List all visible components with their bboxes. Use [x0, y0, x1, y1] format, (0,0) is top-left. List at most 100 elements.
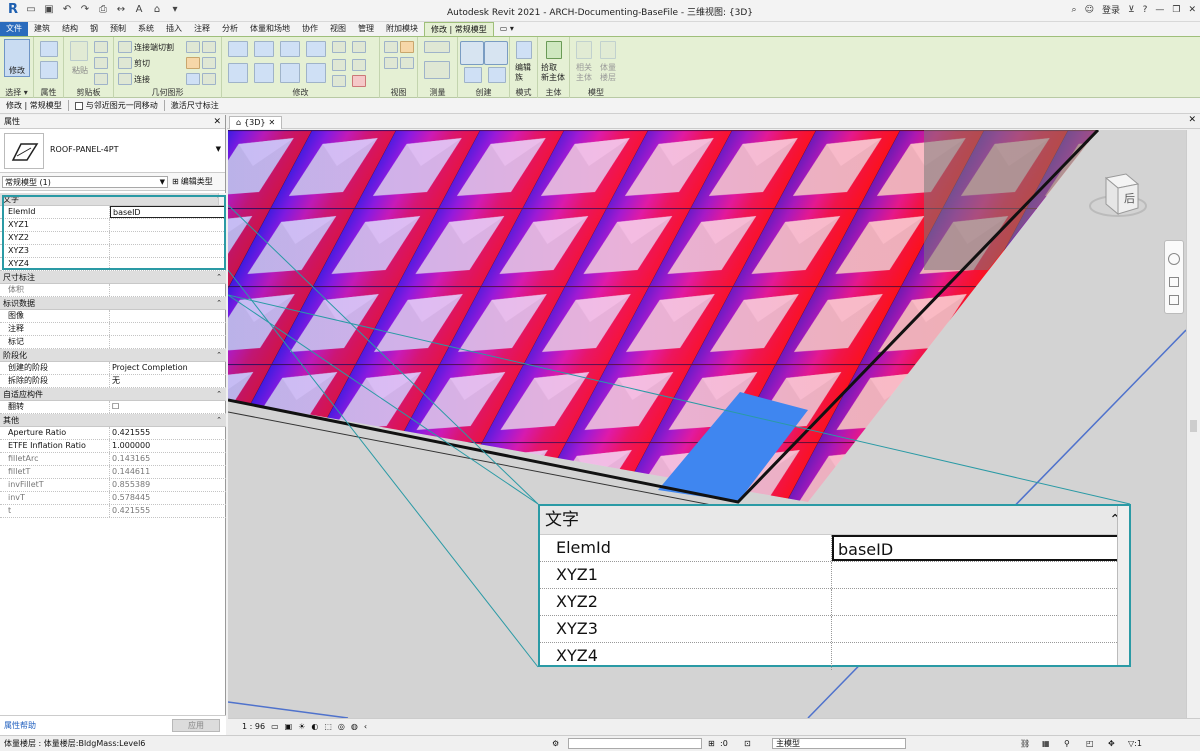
create-similar-icon[interactable] [488, 67, 506, 83]
array-icon[interactable] [332, 59, 346, 71]
join-icon[interactable] [118, 73, 132, 85]
tab-addins[interactable]: 附加模块 [380, 22, 424, 36]
property-row-comments[interactable]: 注释 [0, 323, 226, 336]
section-header-other[interactable]: 其他 ⌃ [0, 414, 226, 427]
login-link[interactable]: 登录 [1102, 3, 1120, 16]
section-header-dimensions[interactable]: 尺寸标注 ⌃ [0, 271, 226, 284]
property-value[interactable]: 1.000000 [110, 440, 226, 452]
print-icon[interactable]: ⎙ [96, 3, 110, 17]
scale-icon[interactable] [352, 59, 366, 71]
view-scale[interactable]: 1 : 96 [242, 719, 265, 734]
cope-icon[interactable] [118, 41, 132, 53]
property-value[interactable] [110, 336, 226, 348]
pick-new-host-icon[interactable] [546, 41, 562, 59]
pick-new-host-label[interactable]: 拾取 新主体 [541, 63, 565, 83]
property-row-image[interactable]: 图像 [0, 310, 226, 323]
property-value[interactable]: 0.421555 [110, 427, 226, 439]
property-row-mark[interactable]: 标记 [0, 336, 226, 349]
move-small-icon[interactable] [332, 41, 346, 53]
tab-steel[interactable]: 钢 [84, 22, 104, 36]
collapse-icon[interactable]: ⌃ [216, 414, 222, 427]
user-icon[interactable]: ☺ [1085, 5, 1094, 15]
mass-floors-icon[interactable] [600, 41, 616, 59]
cut-geometry-icon[interactable] [118, 57, 132, 69]
linework-icon[interactable] [400, 57, 414, 69]
pan-icon[interactable] [1169, 295, 1179, 305]
create-assembly-icon[interactable] [460, 41, 484, 65]
property-row-volume[interactable]: 体积 [0, 284, 226, 297]
flip-checkbox[interactable]: ☐ [110, 401, 226, 413]
shadows-icon[interactable]: ◐ [311, 719, 318, 734]
collapse-icon[interactable]: ⌃ [216, 271, 222, 284]
sun-path-icon[interactable]: ☀ [298, 719, 305, 734]
view-tool-icon[interactable] [384, 57, 398, 69]
close-view-icon[interactable]: ✕ [1188, 115, 1196, 125]
reveal-hidden-icon[interactable]: ◍ [351, 719, 358, 734]
elemid-input[interactable]: baseID [110, 206, 226, 218]
property-value[interactable]: 无 [110, 375, 226, 387]
close-properties-icon[interactable]: ✕ [213, 115, 221, 129]
collapse-icon[interactable]: ⌃ [216, 349, 222, 362]
mirror-draw-axis-icon[interactable] [306, 41, 326, 57]
collapse-icon[interactable]: ⌃ [216, 388, 222, 401]
edit-type-button[interactable]: ⊞ 编辑类型 [172, 176, 213, 187]
zoom-icon[interactable] [1169, 277, 1179, 287]
revit-logo-icon[interactable]: R [6, 3, 20, 17]
tab-3d-view[interactable]: ⌂ {3D} ✕ [229, 116, 283, 129]
properties-help-link[interactable]: 属性帮助 [0, 721, 36, 730]
aligned-dimension-icon[interactable] [424, 61, 450, 79]
save-icon[interactable]: ▣ [42, 3, 56, 17]
drag-on-selection-icon[interactable]: ✥ [1108, 736, 1115, 751]
select-by-face-icon[interactable]: ◰ [1086, 736, 1094, 751]
property-row-phase-created[interactable]: 创建的阶段 Project Completion [0, 362, 226, 375]
select-links-icon[interactable]: ⛓ [1020, 736, 1030, 751]
customize-icon[interactable]: ▾ [168, 3, 182, 17]
property-row-xyz1[interactable]: XYZ1 [0, 193, 226, 232]
delete-icon[interactable] [352, 75, 366, 87]
tab-massing-site[interactable]: 体量和场地 [244, 22, 296, 36]
paste-icon[interactable] [70, 41, 88, 61]
scroll-left-icon[interactable]: ‹ [364, 719, 367, 734]
copy-icon[interactable] [94, 57, 108, 69]
section-header-text[interactable]: 文字⌃ [0, 193, 226, 206]
apply-button[interactable]: 应用 [172, 719, 220, 732]
geometry-tool-icon-2[interactable] [202, 41, 216, 53]
xyz2-value[interactable] [110, 232, 226, 244]
property-row-flip[interactable]: 翻转 ☐ [0, 401, 226, 414]
tab-structure[interactable]: 结构 [56, 22, 84, 36]
join-label[interactable]: 连接 [134, 74, 150, 85]
type-dropdown-icon[interactable]: ▼ [216, 145, 221, 153]
property-value[interactable] [110, 310, 226, 322]
worksets-icon[interactable]: ⚙ [552, 736, 559, 751]
copy-small-icon[interactable] [352, 41, 366, 53]
edit-family-label[interactable]: 编辑 族 [515, 63, 531, 83]
property-row-xyz2[interactable]: XYZ2 [0, 193, 226, 245]
property-row-phase-demolished[interactable]: 拆除的阶段无 [0, 375, 226, 388]
split-face-icon[interactable] [202, 57, 216, 69]
text-icon[interactable]: A [132, 3, 146, 17]
ribbon-toggle-icon[interactable]: ▭ ▾ [494, 22, 520, 36]
detail-level-icon[interactable]: ▭ [271, 719, 279, 734]
tab-architecture[interactable]: 建筑 [28, 22, 56, 36]
property-row-etfe-inflation[interactable]: ETFE Inflation Ratio 1.000000 [0, 440, 226, 453]
move-with-nearby-checkbox[interactable]: 与邻近图元一同移动 [69, 100, 165, 111]
select-pinned-icon[interactable]: ⚲ [1064, 736, 1070, 751]
section-header-adaptive[interactable]: 自适应构件 ⌃ [0, 388, 226, 401]
trim-icon[interactable] [306, 63, 326, 83]
property-value[interactable]: Project Completion [110, 362, 226, 374]
redo-icon[interactable]: ↷ [78, 3, 92, 17]
tab-close-icon[interactable]: ✕ [269, 117, 276, 129]
tab-manage[interactable]: 管理 [352, 22, 380, 36]
demolish-icon[interactable] [202, 73, 216, 85]
tab-collaborate[interactable]: 协作 [296, 22, 324, 36]
checkbox-box[interactable] [74, 101, 83, 110]
type-properties-icon[interactable] [40, 41, 58, 57]
help-icon[interactable]: ? [1143, 5, 1148, 15]
search-icon[interactable]: ⌕ [1072, 5, 1077, 15]
scroll-thumb[interactable] [1190, 420, 1197, 432]
cut-label[interactable]: 剪切 [134, 58, 150, 69]
match-type-icon[interactable] [94, 73, 108, 85]
align-icon[interactable] [228, 41, 248, 57]
pin-icon[interactable] [332, 75, 346, 87]
property-row-elemid[interactable]: ElemId baseID [0, 206, 226, 219]
